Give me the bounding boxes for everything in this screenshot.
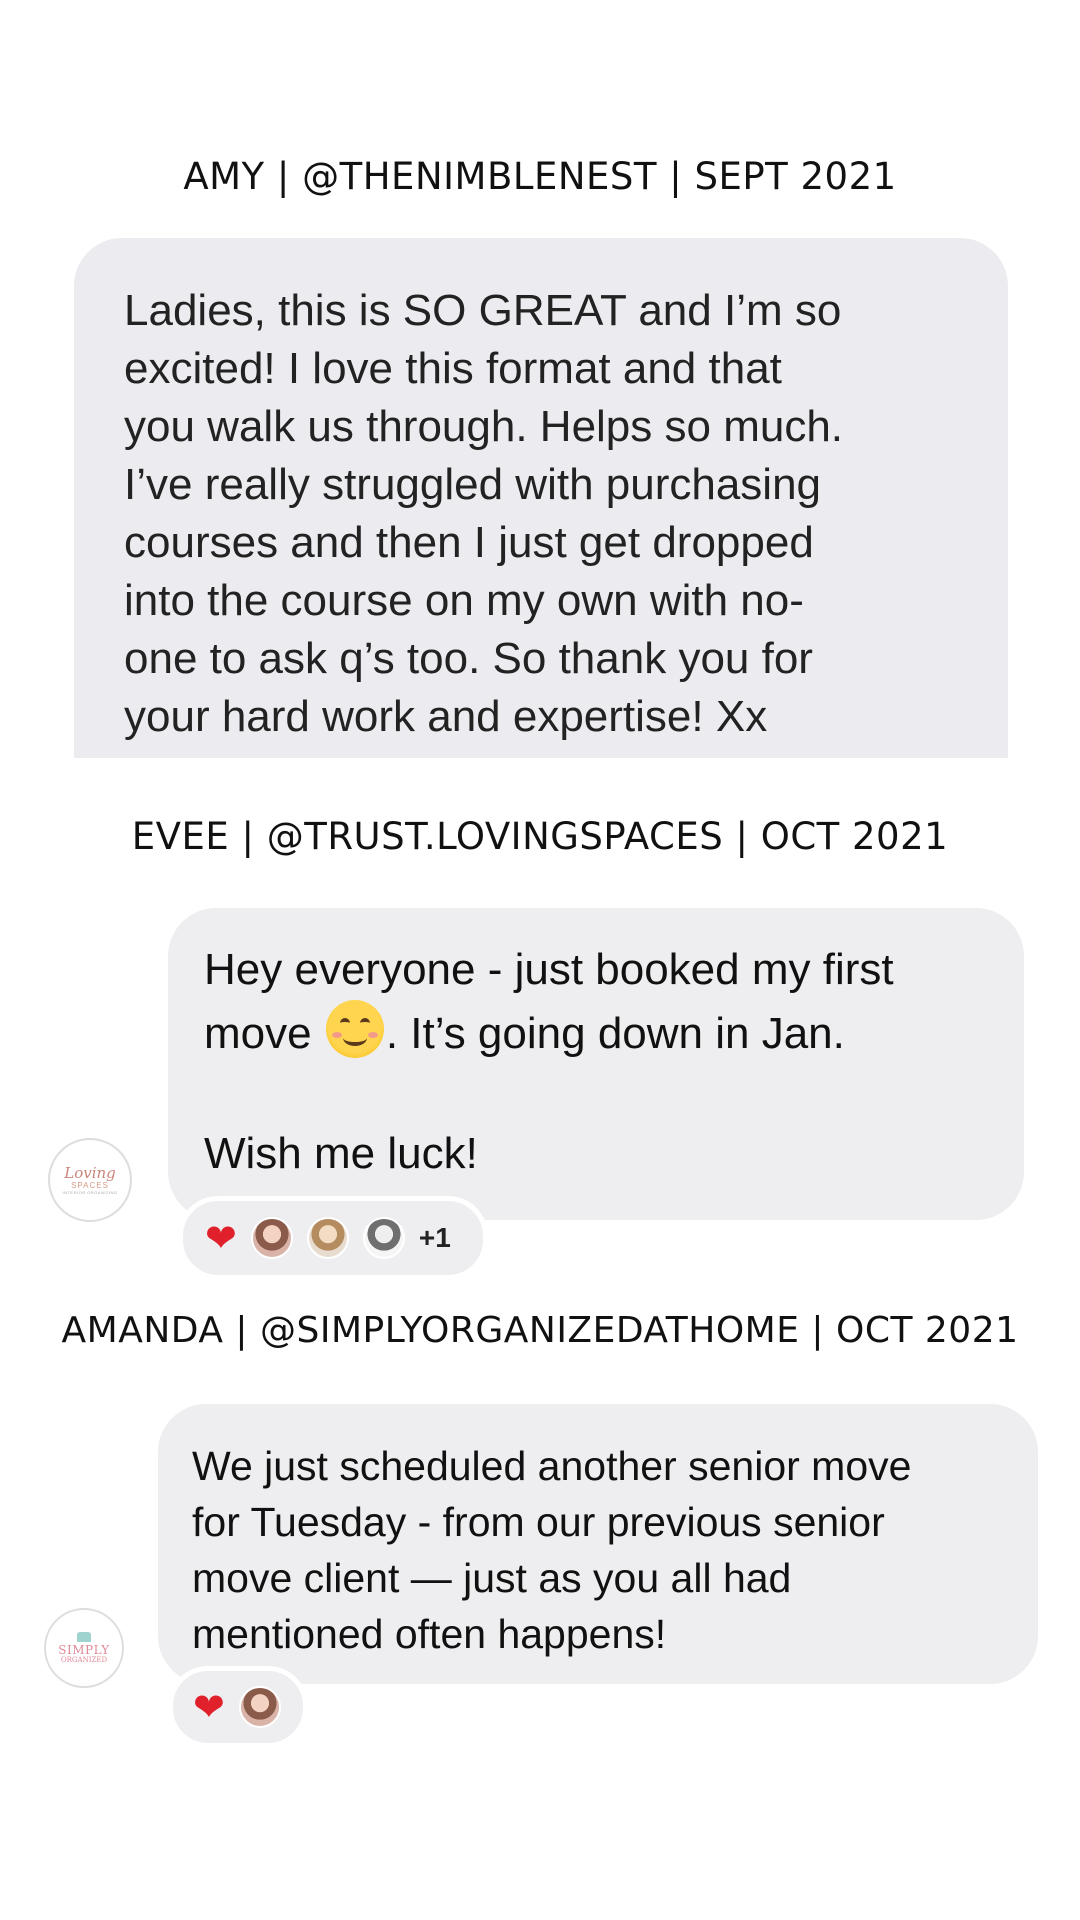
avatar-logo-text: Loving xyxy=(64,1163,116,1182)
testimonial-heading-evee: EVEE | @TRUST.LOVINGSPACES | OCT 2021 xyxy=(131,815,949,858)
reactor-avatar xyxy=(306,1217,349,1259)
heart-reaction-icon: ❤ xyxy=(205,1216,237,1260)
reactions-bar-amanda[interactable]: ❤ xyxy=(168,1666,308,1748)
avatar-logo-tagline: INTERIOR ORGANIZING xyxy=(62,1189,118,1195)
testimonial-heading-amy: AMY | @THENIMBLENEST | SEPT 2021 xyxy=(183,155,897,198)
testimonial-heading-amanda: AMANDA | @SIMPLYORGANIZEDATHOME | OCT 20… xyxy=(61,1310,1019,1351)
message-text-evee: Hey everyone - just booked my first move… xyxy=(204,940,1004,1184)
avatar-logo-graphic-icon xyxy=(77,1632,91,1642)
message-bubble-amanda[interactable]: We just scheduled another senior move fo… xyxy=(158,1404,1038,1684)
message-text-amy: Ladies, this is SO GREAT and I’m so exci… xyxy=(124,286,844,741)
reactor-avatar xyxy=(250,1217,293,1259)
message-bubble-amy: Ladies, this is SO GREAT and I’m so exci… xyxy=(74,238,1008,758)
reactor-avatar xyxy=(238,1686,281,1728)
message-line-2-pre: move xyxy=(204,1009,324,1058)
avatar-simply-organized[interactable]: SIMPLY ORGANIZED xyxy=(44,1608,124,1688)
avatar-logo-subtext: SPACES xyxy=(71,1180,109,1190)
reactions-bar-evee[interactable]: ❤ +1 xyxy=(178,1196,488,1280)
smiling-face-emoji-icon xyxy=(325,1000,384,1058)
message-line-3: Wish me luck! xyxy=(204,1129,478,1178)
reactor-extra-count: +1 xyxy=(418,1222,451,1253)
heart-reaction-icon: ❤ xyxy=(193,1685,225,1729)
message-bubble-evee[interactable]: Hey everyone - just booked my first move… xyxy=(168,908,1024,1220)
message-line-1: Hey everyone - just booked my first xyxy=(204,945,894,994)
avatar-logo-subtext: ORGANIZED xyxy=(60,1656,108,1664)
reactor-avatar xyxy=(362,1217,405,1259)
message-text-amanda: We just scheduled another senior move fo… xyxy=(192,1443,912,1657)
avatar-logo-text: SIMPLY xyxy=(58,1643,110,1657)
message-line-2-post: . It’s going down in Jan. xyxy=(385,1009,845,1058)
avatar-loving-spaces[interactable]: Loving SPACES INTERIOR ORGANIZING xyxy=(48,1138,132,1222)
